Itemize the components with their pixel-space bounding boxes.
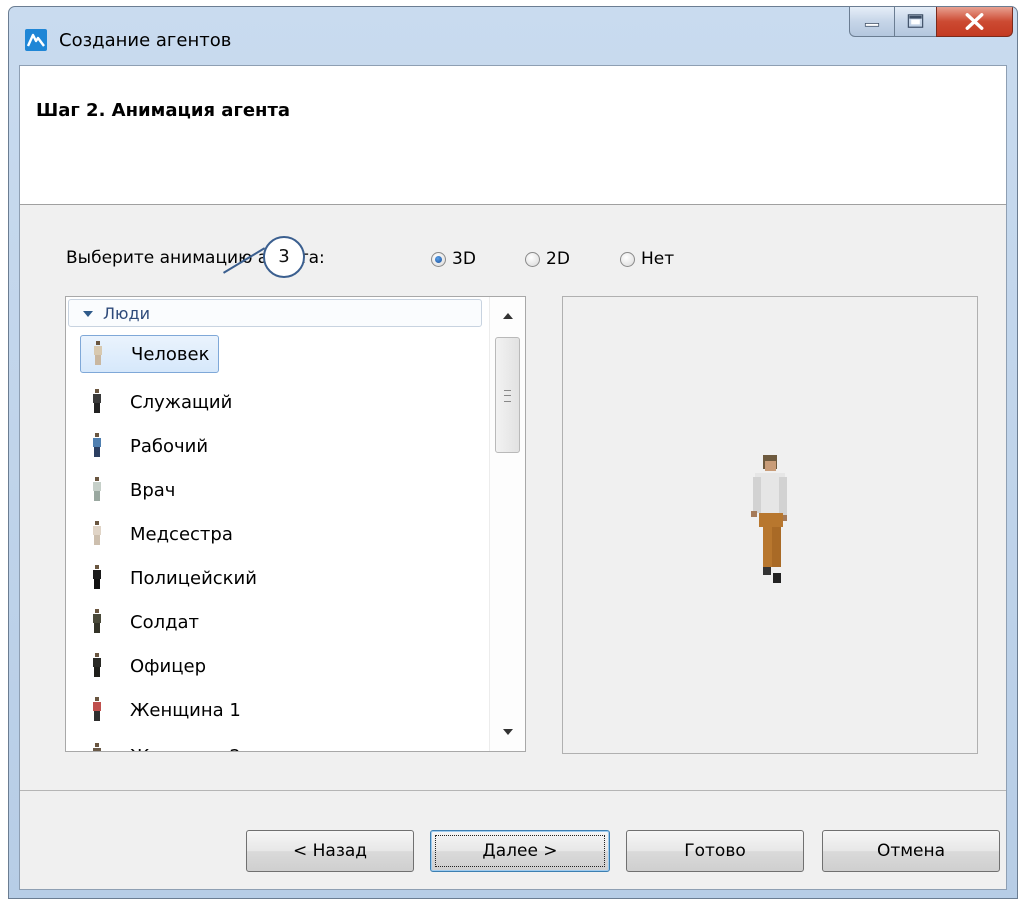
list-item-label: Полицейский (130, 567, 257, 589)
dialog-content: Шаг 2. Анимация агента Выберите анимацию… (19, 65, 1007, 890)
radio-3d[interactable]: 3D (431, 247, 476, 271)
grip-icon (504, 390, 511, 402)
person-figure-icon (90, 743, 104, 751)
person-figure-icon (90, 565, 104, 591)
agent-animation-list[interactable]: Люди Человек Служащий Рабочий Врач Медсестра… (65, 296, 526, 752)
radio-none-label: Нет (641, 249, 675, 269)
person-figure-icon (90, 609, 104, 635)
radio-indicator (620, 251, 635, 267)
list-item[interactable]: Женщина 1 (80, 691, 249, 729)
vertical-scrollbar[interactable] (489, 297, 525, 751)
person-figure-icon (90, 521, 104, 547)
radio-2d[interactable]: 2D (525, 247, 570, 271)
cancel-button[interactable]: Отмена (822, 830, 1000, 872)
window-title: Создание агентов (59, 30, 232, 51)
scroll-up-arrow-icon[interactable] (503, 313, 513, 319)
list-item[interactable]: Врач (80, 471, 183, 509)
list-item[interactable]: Служащий (80, 383, 240, 421)
radio-indicator (431, 251, 446, 267)
list-item-label: Человек (131, 343, 210, 365)
group-header-people[interactable]: Люди (68, 299, 482, 327)
expand-arrow-icon[interactable] (83, 311, 93, 317)
list-item-label: Офицер (130, 655, 207, 677)
next-button[interactable]: Далее > (430, 830, 610, 872)
app-logo-icon (25, 29, 47, 51)
cancel-button-label: Отмена (876, 841, 946, 861)
animation-preview (562, 296, 978, 754)
person-figure-icon (91, 341, 105, 367)
maximize-button[interactable] (894, 7, 937, 37)
person-3d-preview-icon (751, 455, 787, 583)
dialog-window: Создание агентов Шаг 2. Анимация агента … (8, 6, 1018, 899)
list-item[interactable]: Солдат (80, 603, 207, 641)
person-figure-icon (90, 477, 104, 503)
person-figure-icon (90, 389, 104, 415)
list-item-label: Солдат (130, 611, 200, 633)
finish-button[interactable]: Готово (626, 830, 804, 872)
list-item-label: Служащий (130, 391, 233, 413)
radio-3d-label: 3D (452, 249, 476, 269)
group-label: Люди (103, 304, 150, 323)
list-item-label: Медсестра (130, 523, 233, 545)
callout-number-badge: 3 (263, 236, 305, 278)
scroll-thumb[interactable] (495, 337, 520, 453)
list-item[interactable]: Медсестра (80, 515, 241, 553)
back-button-label: < Назад (292, 841, 368, 861)
person-figure-icon (90, 697, 104, 723)
radio-none[interactable]: Нет (620, 247, 674, 271)
list-item[interactable]: Человек (80, 335, 219, 373)
list-item[interactable]: Офицер (80, 647, 214, 685)
list-item-label: Рабочий (130, 435, 209, 457)
list-item-label: Врач (130, 479, 176, 501)
radio-indicator (525, 251, 540, 267)
list-item[interactable]: Женщина 2 (80, 737, 249, 752)
step-title: Шаг 2. Анимация агента (36, 100, 291, 121)
list-item[interactable]: Рабочий (80, 427, 216, 465)
person-figure-icon (90, 433, 104, 459)
minimize-button[interactable] (849, 7, 895, 37)
wizard-header: Шаг 2. Анимация агента (20, 66, 1006, 205)
person-figure-icon (90, 653, 104, 679)
back-button[interactable]: < Назад (246, 830, 414, 872)
scroll-down-arrow-icon[interactable] (503, 729, 513, 735)
list-item-label: Женщина 1 (130, 699, 241, 721)
list-item[interactable]: Полицейский (80, 559, 265, 597)
close-button[interactable] (936, 7, 1013, 37)
list-item-label: Женщина 2 (130, 746, 249, 752)
title-bar[interactable]: Создание агентов (9, 7, 1017, 65)
finish-button-label: Готово (684, 841, 746, 861)
footer-separator (20, 790, 1006, 791)
focus-rectangle (435, 835, 605, 867)
radio-2d-label: 2D (546, 249, 570, 269)
